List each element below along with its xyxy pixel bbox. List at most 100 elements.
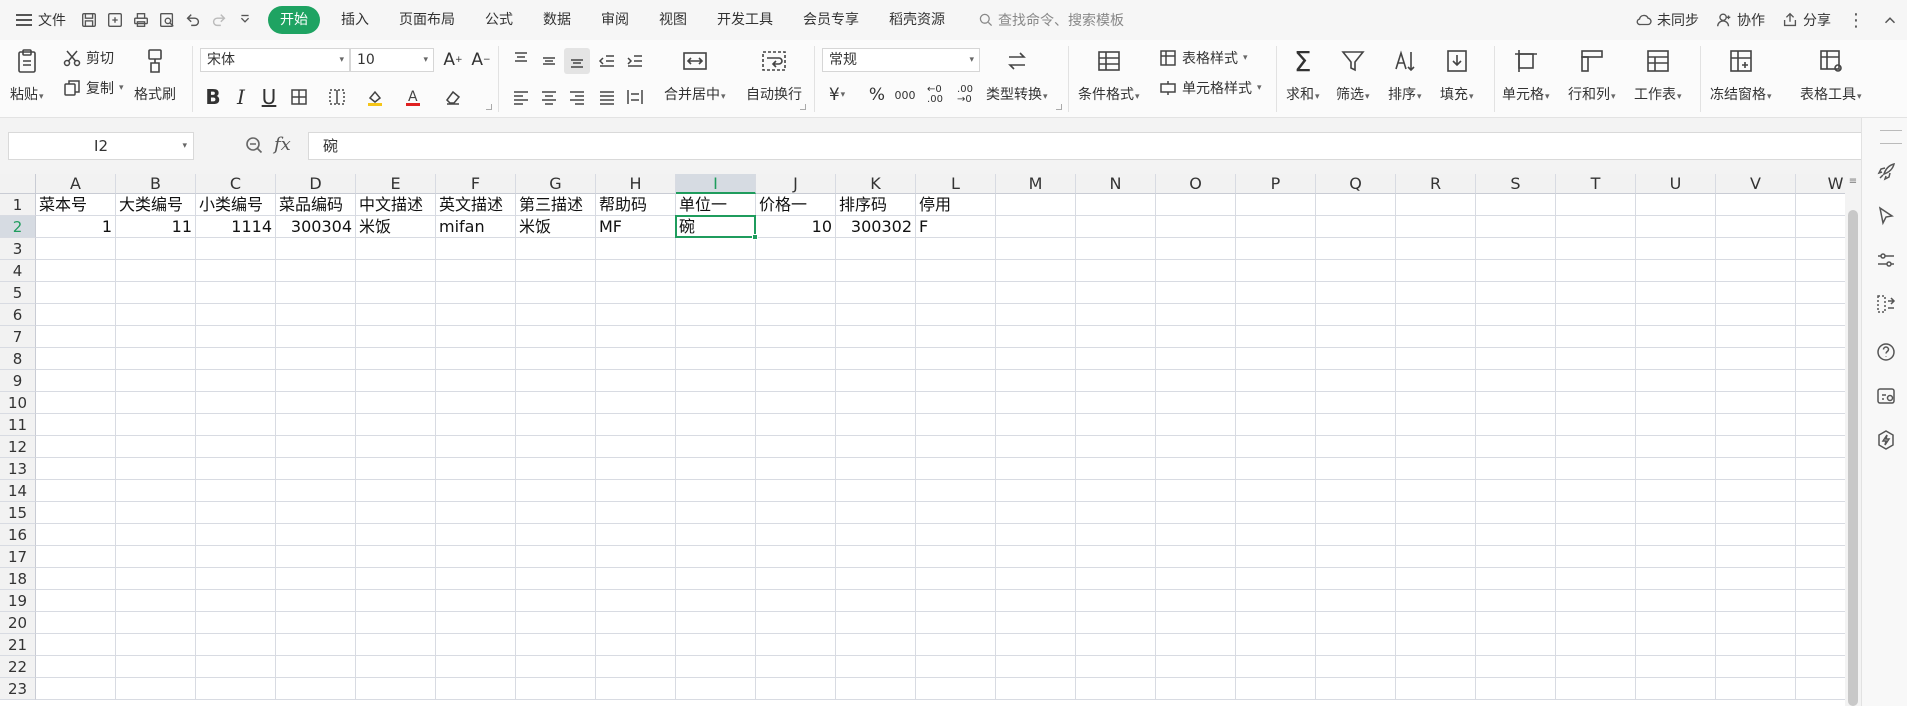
grid-cell[interactable] — [36, 436, 116, 458]
data-cell[interactable]: mifan — [436, 216, 516, 238]
tab-review[interactable]: 审阅 — [586, 6, 644, 34]
grid-cell[interactable] — [356, 546, 436, 568]
grid-cell[interactable] — [1236, 326, 1316, 348]
grid-cell[interactable] — [116, 546, 196, 568]
grid-cell[interactable] — [1076, 634, 1156, 656]
grid-cell[interactable] — [1636, 634, 1716, 656]
grid-cell[interactable] — [1236, 216, 1316, 238]
grid-cell[interactable] — [1476, 326, 1556, 348]
grid-cell[interactable] — [836, 282, 916, 304]
font-dialog-launcher[interactable] — [486, 104, 492, 110]
scrollbar-thumb[interactable] — [1848, 210, 1858, 706]
grid-cell[interactable] — [836, 656, 916, 678]
grid-cell[interactable] — [36, 260, 116, 282]
redo-icon[interactable] — [208, 9, 230, 31]
grid-cell[interactable] — [116, 282, 196, 304]
grid-cell[interactable] — [916, 282, 996, 304]
grid-cell[interactable] — [676, 326, 756, 348]
grid-cell[interactable] — [1316, 260, 1396, 282]
grid-cell[interactable] — [196, 458, 276, 480]
grid-cell[interactable] — [676, 370, 756, 392]
grid-cell[interactable] — [1476, 414, 1556, 436]
grid-cell[interactable] — [596, 502, 676, 524]
grid-cell[interactable] — [436, 590, 516, 612]
grid-cell[interactable] — [1076, 414, 1156, 436]
grid-cell[interactable] — [1076, 568, 1156, 590]
grid-cell[interactable] — [836, 238, 916, 260]
grid-cell[interactable] — [1076, 392, 1156, 414]
grid-cell[interactable] — [596, 656, 676, 678]
grid-cell[interactable] — [1716, 194, 1796, 216]
tab-formulas[interactable]: 公式 — [470, 6, 528, 34]
grid-cell[interactable] — [596, 392, 676, 414]
grid-cell[interactable] — [996, 348, 1076, 370]
grid-cell[interactable] — [756, 590, 836, 612]
grid-cell[interactable] — [676, 260, 756, 282]
grid-cell[interactable] — [1716, 480, 1796, 502]
grid-cell[interactable] — [1556, 502, 1636, 524]
grid-cell[interactable] — [596, 304, 676, 326]
grid-cell[interactable] — [1396, 326, 1476, 348]
grid-cell[interactable] — [1716, 238, 1796, 260]
grid-cell[interactable] — [36, 568, 116, 590]
grid-cell[interactable] — [916, 304, 996, 326]
row-header[interactable]: 14 — [0, 480, 36, 502]
grid-cell[interactable] — [916, 634, 996, 656]
grid-cell[interactable] — [516, 458, 596, 480]
grid-cell[interactable] — [1636, 392, 1716, 414]
grid-cell[interactable] — [596, 326, 676, 348]
grid-cell[interactable] — [196, 502, 276, 524]
grid-cell[interactable] — [436, 260, 516, 282]
grid-cell[interactable] — [1556, 216, 1636, 238]
italic-icon[interactable]: I — [228, 84, 254, 110]
grid-cell[interactable] — [836, 370, 916, 392]
data-cell[interactable]: MF — [596, 216, 676, 238]
column-header[interactable]: B — [116, 174, 196, 194]
grid-cell[interactable] — [1716, 414, 1796, 436]
grid-cell[interactable] — [1396, 502, 1476, 524]
underline-icon[interactable]: U — [256, 84, 282, 110]
grid-cell[interactable] — [1796, 678, 1845, 700]
fill-handle[interactable] — [752, 234, 758, 240]
grid-cell[interactable] — [836, 480, 916, 502]
grid-cell[interactable] — [1156, 326, 1236, 348]
row-header[interactable]: 16 — [0, 524, 36, 546]
grid-cell[interactable] — [1156, 502, 1236, 524]
grid-cell[interactable] — [1636, 656, 1716, 678]
grid-cell[interactable] — [116, 480, 196, 502]
name-box[interactable]: I2 ▾ — [8, 132, 194, 160]
grid-cell[interactable] — [1716, 634, 1796, 656]
quick-access-more-icon[interactable] — [234, 9, 256, 31]
type-convert-button[interactable]: 类型转换▾ — [986, 46, 1048, 104]
grid-cell[interactable] — [116, 238, 196, 260]
column-header[interactable]: O — [1156, 174, 1236, 194]
row-header[interactable]: 11 — [0, 414, 36, 436]
grid-cell[interactable] — [676, 656, 756, 678]
grid-cell[interactable] — [756, 370, 836, 392]
grid-cell[interactable] — [516, 370, 596, 392]
header-cell[interactable]: 菜本号 — [36, 194, 116, 216]
grid-cell[interactable] — [996, 370, 1076, 392]
align-left-icon[interactable] — [508, 84, 534, 110]
grid-cell[interactable] — [516, 524, 596, 546]
grid-cell[interactable] — [836, 326, 916, 348]
grid-cell[interactable] — [36, 304, 116, 326]
grid-cell[interactable] — [1396, 194, 1476, 216]
grid-cell[interactable] — [1396, 238, 1476, 260]
grid-cell[interactable] — [1396, 260, 1476, 282]
grid-cell[interactable] — [356, 612, 436, 634]
grid-cell[interactable] — [676, 480, 756, 502]
grid-cell[interactable] — [1156, 612, 1236, 634]
number-dialog-launcher[interactable] — [1056, 104, 1062, 110]
grid-cell[interactable] — [916, 392, 996, 414]
grid-cell[interactable] — [1556, 238, 1636, 260]
grid-cell[interactable] — [676, 458, 756, 480]
bold-icon[interactable]: B — [200, 84, 226, 110]
grid-cell[interactable] — [1636, 282, 1716, 304]
grid-cell[interactable] — [1716, 568, 1796, 590]
tab-home[interactable]: 开始 — [268, 6, 320, 34]
grid-cell[interactable] — [676, 546, 756, 568]
grid-cell[interactable] — [196, 326, 276, 348]
grid-cell[interactable] — [116, 414, 196, 436]
sliders-icon[interactable] — [1874, 248, 1898, 272]
